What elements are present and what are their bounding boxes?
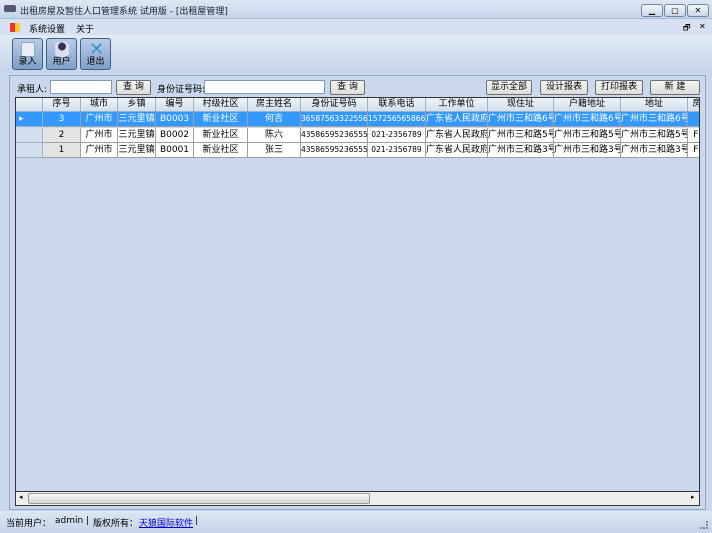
table-cell[interactable]: 新业社区 — [194, 127, 248, 143]
enter-button[interactable]: 录入 — [12, 38, 43, 70]
title-bar: 出租房屋及暂住人口管理系统 试用版 - [出租屋管理] ▁ ▢ ✕ — [0, 0, 712, 19]
table-cell[interactable]: 9 — [688, 112, 699, 127]
menu-bar: 系统设置 关于 🗗 ✕ — [0, 19, 712, 35]
column-header[interactable]: 房主姓名 — [248, 98, 301, 112]
table-cell[interactable]: 张三 — [248, 143, 301, 158]
table-cell[interactable]: 何吉 — [248, 112, 301, 127]
column-header[interactable]: 地址 — [621, 98, 688, 112]
column-header[interactable]: 房屋 — [688, 98, 699, 112]
status-bar: 当前用户： admin | 版权所有： 天狼国际软件 | — [0, 511, 712, 533]
minimize-button[interactable]: ▁ — [641, 4, 663, 17]
table-cell[interactable]: 广东省人民政府 — [426, 143, 488, 158]
current-user: admin — [55, 516, 84, 526]
table-cell[interactable]: 广州市三和路3号 — [488, 143, 554, 158]
mdi-restore-button[interactable]: 🗗 — [683, 22, 691, 36]
table-cell[interactable]: 三元里镇 — [118, 112, 156, 127]
data-grid[interactable]: 序号城市乡镇编号村级社区房主姓名身份证号码联系电话工作单位现住址户籍地址地址房屋… — [15, 97, 700, 492]
table-cell[interactable]: 广东省人民政府 — [426, 112, 488, 127]
table-cell[interactable]: 021-2356789 — [368, 127, 426, 143]
exit-button[interactable]: ✕ 退出 — [80, 38, 111, 70]
row-header-corner — [16, 98, 43, 112]
table-cell[interactable]: 435865952365556 — [301, 127, 368, 143]
column-header[interactable]: 城市 — [81, 98, 118, 112]
scroll-right-icon[interactable]: ▸ — [691, 493, 695, 501]
scroll-left-icon[interactable]: ◂ — [19, 493, 23, 501]
horizontal-scrollbar[interactable]: ◂ ▸ — [15, 492, 700, 506]
close-button[interactable]: ✕ — [687, 4, 709, 17]
table-cell[interactable]: 广州市 — [81, 112, 118, 127]
table-cell[interactable]: 陈六 — [248, 127, 301, 143]
table-cell[interactable]: 三元里镇 — [118, 143, 156, 158]
new-button[interactable]: 新 建 — [650, 80, 700, 95]
id-query-button[interactable]: 查 询 — [330, 80, 365, 95]
row-header[interactable] — [16, 143, 43, 158]
table-cell[interactable]: 广东省人民政府 — [426, 127, 488, 143]
column-header[interactable]: 乡镇 — [118, 98, 156, 112]
table-row[interactable]: 2 广州市 三元里镇 B0002 新业社区 陈六 435865952365556 021-23… — [16, 127, 699, 143]
separator: | — [195, 516, 199, 526]
row-header[interactable] — [16, 127, 43, 143]
table-cell[interactable]: 1 — [43, 143, 81, 158]
column-header[interactable]: 户籍地址 — [554, 98, 621, 112]
resize-grip-icon[interactable] — [700, 521, 708, 529]
table-cell[interactable]: B0003 — [156, 112, 194, 127]
table-cell[interactable]: 1572565658665 — [368, 112, 426, 127]
table-cell[interactable]: 广州市三和路6号 — [554, 112, 621, 127]
column-header[interactable]: 村级社区 — [194, 98, 248, 112]
table-cell[interactable]: 三元里镇 — [118, 127, 156, 143]
id-number-input[interactable] — [204, 80, 325, 94]
table-cell[interactable]: F13 — [688, 143, 699, 158]
scrollbar-thumb[interactable] — [28, 493, 370, 504]
table-cell[interactable]: 广州市三和路3号 — [621, 143, 688, 158]
menu-system-settings[interactable]: 系统设置 — [29, 22, 65, 35]
tenant-input[interactable] — [50, 80, 112, 94]
table-row[interactable]: ▸ 3 广州市 三元里镇 B0003 新业社区 何吉 36587563322556 157256… — [16, 112, 699, 127]
table-cell[interactable]: 36587563322556 — [301, 112, 368, 127]
table-row[interactable]: 1 广州市 三元里镇 B0001 新业社区 张三 435865952365556 021-23… — [16, 143, 699, 158]
table-cell[interactable]: 广州市 — [81, 127, 118, 143]
table-cell[interactable]: B0002 — [156, 127, 194, 143]
separator: | — [86, 516, 90, 526]
id-number-label: 身份证号码: — [157, 85, 206, 95]
table-cell[interactable]: F13 — [688, 127, 699, 143]
user-button[interactable]: 用户 — [46, 38, 77, 70]
table-cell[interactable]: 广州市三和路6号 — [621, 112, 688, 127]
copyright-label: 版权所有： — [93, 519, 139, 529]
tenant-label: 承租人: — [17, 85, 48, 95]
table-cell[interactable]: B0001 — [156, 143, 194, 158]
current-row-indicator-icon[interactable]: ▸ — [16, 112, 43, 127]
table-cell[interactable]: 广州市三和路5号 — [621, 127, 688, 143]
app-icon — [4, 5, 16, 12]
mdi-close-button[interactable]: ✕ — [699, 22, 706, 31]
company-link[interactable]: 天狼国际软件 — [139, 516, 193, 529]
print-report-button[interactable]: 打印报表 — [595, 80, 643, 95]
tenant-query-button[interactable]: 查 询 — [116, 80, 151, 95]
menu-about[interactable]: 关于 — [76, 22, 94, 35]
show-all-button[interactable]: 显示全部 — [486, 80, 532, 95]
window-title: 出租房屋及暂住人口管理系统 试用版 - [出租屋管理] — [20, 7, 228, 17]
column-header[interactable]: 序号 — [43, 98, 81, 112]
table-cell[interactable]: 新业社区 — [194, 112, 248, 127]
column-header[interactable]: 身份证号码 — [301, 98, 368, 112]
table-cell[interactable]: 2 — [43, 127, 81, 143]
table-cell[interactable]: 新业社区 — [194, 143, 248, 158]
column-header[interactable]: 编号 — [156, 98, 194, 112]
table-cell[interactable]: 广州市三和路5号 — [554, 127, 621, 143]
table-cell[interactable]: 广州市三和路3号 — [554, 143, 621, 158]
maximize-button[interactable]: ▢ — [664, 4, 686, 17]
table-cell[interactable]: 021-2356789 — [368, 143, 426, 158]
table-cell[interactable]: 435865952365556 — [301, 143, 368, 158]
table-cell[interactable]: 3 — [43, 112, 81, 127]
design-report-button[interactable]: 设计报表 — [540, 80, 588, 95]
column-header[interactable]: 工作单位 — [426, 98, 488, 112]
toolbar: 录入 用户 ✕ 退出 — [0, 35, 712, 73]
column-header[interactable]: 现住址 — [488, 98, 554, 112]
current-user-label: 当前用户： — [6, 519, 52, 529]
table-cell[interactable]: 广州市 — [81, 143, 118, 158]
table-cell[interactable]: 广州市三和路6号 — [488, 112, 554, 127]
column-header[interactable]: 联系电话 — [368, 98, 426, 112]
table-cell[interactable]: 广州市三和路5号 — [488, 127, 554, 143]
mdi-window-icon — [10, 23, 20, 32]
